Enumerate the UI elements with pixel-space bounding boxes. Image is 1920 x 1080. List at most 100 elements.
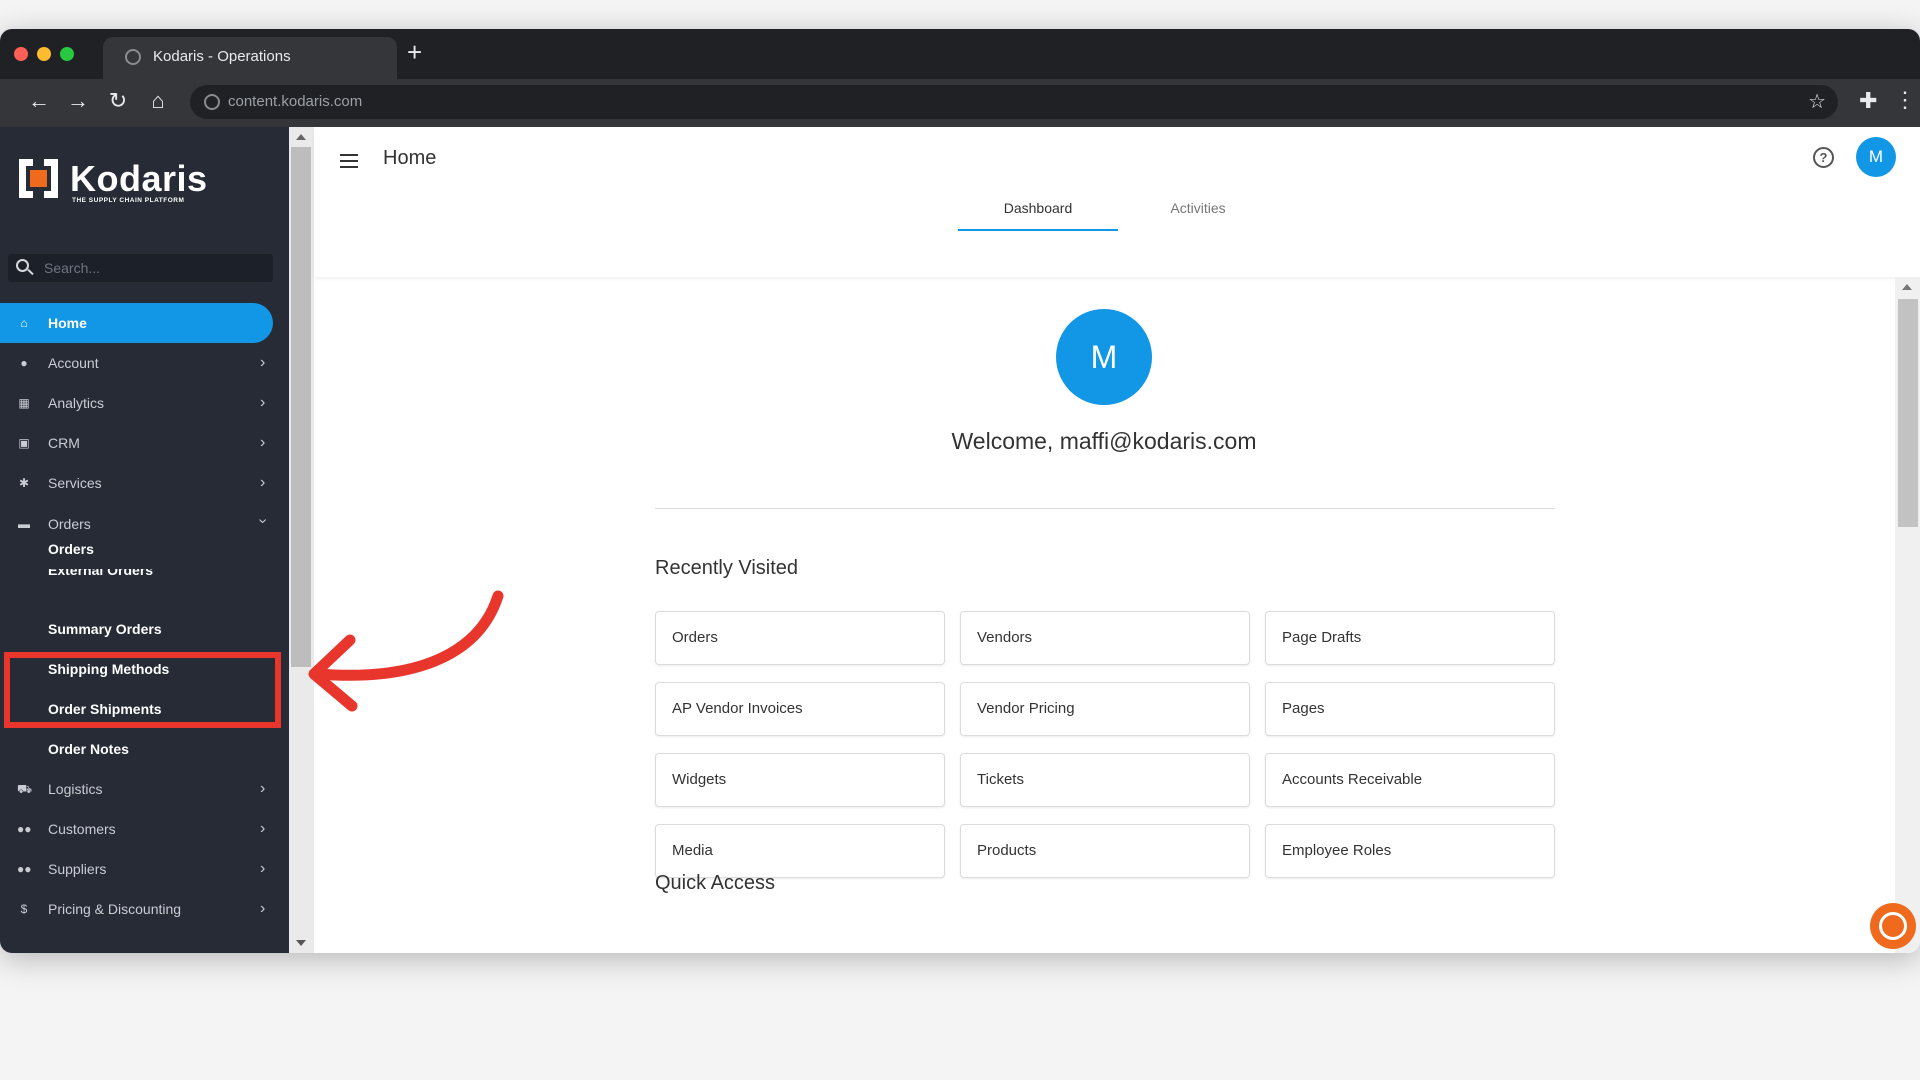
- new-tab-button[interactable]: +: [407, 39, 422, 65]
- tab-activities[interactable]: Activities: [1118, 189, 1278, 231]
- recent-tile[interactable]: AP Vendor Invoices: [655, 682, 945, 736]
- chevron-right-icon: ›: [260, 434, 266, 451]
- people-icon: ●●: [17, 862, 32, 876]
- sidebar-item-services[interactable]: ✱ Services ›: [0, 463, 289, 503]
- sidebar-menu: ⌂ Home ● Account › ▦ Analytics › ▣ CRM ›: [0, 303, 289, 929]
- sidebar-item-suppliers[interactable]: ●● Suppliers ›: [0, 849, 289, 889]
- extensions-icon[interactable]: ✚: [1859, 88, 1877, 114]
- recent-tile[interactable]: Tickets: [960, 753, 1250, 807]
- sidebar-item-pricing-discounting[interactable]: $ Pricing & Discounting ›: [0, 889, 289, 929]
- logistics-icon: ⛟: [17, 782, 33, 796]
- chevron-right-icon: ›: [260, 860, 266, 877]
- window-controls: [14, 47, 74, 61]
- bookmark-star-icon[interactable]: ☆: [1808, 89, 1826, 114]
- close-window-button[interactable]: [14, 47, 28, 61]
- chevron-right-icon: ›: [260, 780, 266, 797]
- sidebar-item-label: Customers: [48, 821, 116, 837]
- user-avatar[interactable]: M: [1856, 137, 1896, 177]
- sidebar: Kodaris THE SUPPLY CHAIN PLATFORM ⌂ Home…: [0, 127, 289, 953]
- sidebar-subitem-order-notes[interactable]: Order Notes: [0, 729, 289, 769]
- content-scrollbar-thumb[interactable]: [1898, 299, 1918, 527]
- people-icon: ●●: [17, 822, 32, 836]
- tab-title: Kodaris - Operations: [153, 48, 291, 65]
- sidebar-subitem-label: External Orders: [48, 569, 154, 578]
- quick-access-title: Quick Access: [655, 872, 776, 894]
- address-url: content.kodaris.com: [228, 93, 363, 110]
- recent-tile[interactable]: Products: [960, 824, 1250, 878]
- sidebar-item-orders[interactable]: ▬ Orders ›: [0, 503, 289, 529]
- sidebar-subitem-label: Summary Orders: [48, 621, 162, 637]
- chat-bubble-icon: [1879, 912, 1907, 940]
- tab-list: Dashboard Activities: [958, 189, 1278, 231]
- scroll-up-arrow-icon[interactable]: [1902, 284, 1912, 290]
- scroll-down-arrow-icon[interactable]: [296, 940, 306, 946]
- tab-dashboard[interactable]: Dashboard: [958, 189, 1118, 231]
- sidebar-item-crm[interactable]: ▣ CRM ›: [0, 423, 289, 463]
- sidebar-item-logistics[interactable]: ⛟ Logistics ›: [0, 769, 289, 809]
- top-bar: Home ? M Dashboard Activities: [314, 127, 1920, 277]
- sidebar-subitem-label: Orders: [48, 541, 94, 557]
- sidebar-item-label: Logistics: [48, 781, 103, 797]
- welcome-avatar: M: [1056, 309, 1152, 405]
- sidebar-scrollbar[interactable]: [289, 127, 314, 953]
- search-input[interactable]: [44, 254, 269, 282]
- recent-tile[interactable]: Employee Roles: [1265, 824, 1555, 878]
- welcome-message: Welcome, maffi@kodaris.com: [951, 428, 1257, 454]
- browser-tab-bar: Kodaris - Operations +: [0, 29, 1920, 79]
- hamburger-menu-icon[interactable]: [340, 154, 358, 168]
- globe-icon: [125, 49, 141, 65]
- chevron-right-icon: ›: [260, 354, 266, 371]
- app: Kodaris THE SUPPLY CHAIN PLATFORM ⌂ Home…: [0, 127, 1920, 953]
- browser-menu-icon[interactable]: ⋮: [1894, 87, 1916, 113]
- minimize-window-button[interactable]: [37, 47, 51, 61]
- back-icon[interactable]: ←: [26, 88, 52, 114]
- sidebar-item-home[interactable]: ⌂ Home: [0, 303, 273, 343]
- chevron-right-icon: ›: [260, 394, 266, 411]
- sidebar-item-label: Suppliers: [48, 861, 107, 877]
- browser-window: Kodaris - Operations + ← → ↻ ⌂ content.k…: [0, 29, 1920, 953]
- help-icon[interactable]: ?: [1813, 147, 1834, 168]
- recently-visited-title: Recently Visited: [655, 557, 799, 579]
- recent-tile[interactable]: Widgets: [655, 753, 945, 807]
- logo-name: Kodaris: [70, 157, 208, 199]
- recent-tile[interactable]: Media: [655, 824, 945, 878]
- maximize-window-button[interactable]: [60, 47, 74, 61]
- address-bar[interactable]: content.kodaris.com ☆: [190, 85, 1838, 119]
- sidebar-item-account[interactable]: ● Account ›: [0, 343, 289, 383]
- crm-icon: ▣: [18, 436, 30, 450]
- sidebar-item-customers[interactable]: ●● Customers ›: [0, 809, 289, 849]
- sidebar-item-analytics[interactable]: ▦ Analytics ›: [0, 383, 289, 423]
- sidebar-item-label: CRM: [48, 435, 80, 451]
- sidebar-subitem-orders[interactable]: Orders: [0, 529, 289, 569]
- scroll-up-arrow-icon[interactable]: [296, 134, 306, 140]
- truck-icon: ▬: [18, 517, 30, 529]
- site-info-icon[interactable]: [204, 94, 220, 110]
- sidebar-item-label: Analytics: [48, 395, 105, 411]
- chevron-right-icon: ›: [260, 900, 266, 917]
- dollar-icon: $: [20, 902, 28, 916]
- sidebar-item-label: Home: [48, 315, 87, 331]
- kodaris-logo-mark: [17, 157, 60, 200]
- recent-tile[interactable]: Page Drafts: [1265, 611, 1555, 665]
- page-title: Home: [383, 147, 437, 169]
- highlight-box: [4, 652, 281, 728]
- main-content: Home ? M Dashboard Activities M Welcome,…: [314, 127, 1920, 953]
- chevron-right-icon: ›: [260, 474, 266, 491]
- sidebar-subitem-external-orders[interactable]: External Orders: [0, 569, 289, 609]
- recent-tile[interactable]: Vendors: [960, 611, 1250, 665]
- sidebar-subitem-summary-orders[interactable]: Summary Orders: [0, 609, 289, 649]
- recent-tile[interactable]: Orders: [655, 611, 945, 665]
- home-page-icon[interactable]: ⌂: [145, 88, 171, 114]
- kodaris-logo[interactable]: Kodaris THE SUPPLY CHAIN PLATFORM: [17, 157, 208, 204]
- reload-icon[interactable]: ↻: [105, 88, 131, 114]
- recent-tile[interactable]: Vendor Pricing: [960, 682, 1250, 736]
- chevron-right-icon: ›: [260, 820, 266, 837]
- divider: [655, 508, 1555, 509]
- recent-tile[interactable]: Pages: [1265, 682, 1555, 736]
- forward-icon[interactable]: →: [65, 88, 91, 114]
- content-scrollbar[interactable]: [1895, 277, 1920, 953]
- chat-widget-button[interactable]: [1870, 903, 1916, 949]
- annotation-arrow-icon: [308, 590, 504, 712]
- recent-tile[interactable]: Accounts Receivable: [1265, 753, 1555, 807]
- browser-tab[interactable]: Kodaris - Operations: [103, 37, 397, 79]
